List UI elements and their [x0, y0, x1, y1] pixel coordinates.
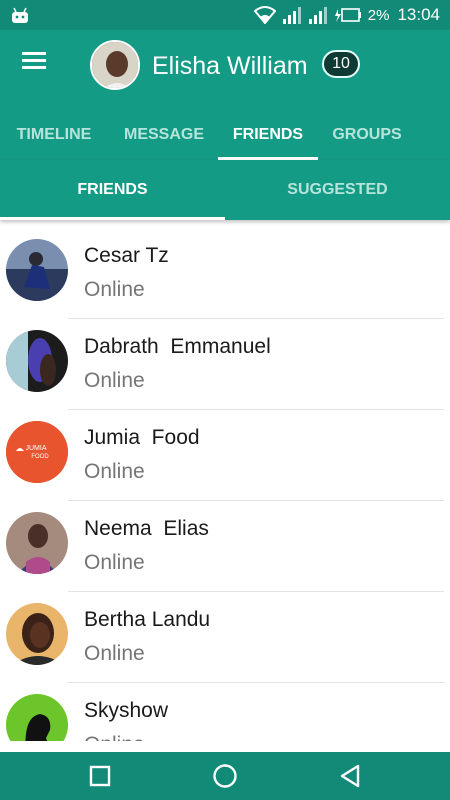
tab-groups[interactable]: GROUPS — [326, 110, 408, 160]
active-subtab-indicator — [0, 217, 225, 220]
battery-icon — [334, 8, 361, 22]
tab-friends[interactable]: FRIENDS — [218, 110, 318, 160]
friend-avatar — [6, 694, 68, 741]
friend-name: Skyshow — [84, 699, 169, 722]
home-button[interactable] — [195, 752, 255, 800]
system-nav-bar — [0, 752, 450, 800]
android-icon — [12, 7, 28, 23]
friend-status: Online — [84, 733, 145, 741]
svg-text:FOOD: FOOD — [31, 454, 49, 460]
subtab-suggested[interactable]: SUGGESTED — [225, 160, 450, 220]
battery-percent: 2% — [367, 6, 390, 24]
user-name: Elisha William — [152, 52, 308, 80]
triangle-back-icon — [340, 764, 360, 788]
friend-status: Online — [84, 460, 145, 483]
friends-list: Cesar Tz Online Dabrath Emmanuel Online … — [0, 228, 450, 741]
wifi-icon — [253, 6, 276, 24]
friend-avatar — [6, 330, 68, 392]
friend-status: Online — [84, 642, 145, 665]
recent-apps-button[interactable] — [70, 752, 130, 800]
notification-badge[interactable]: 10 — [322, 50, 360, 78]
list-item[interactable]: Neema Elias Online — [0, 501, 450, 592]
friend-name: Jumia Food — [84, 426, 200, 449]
app-bar: Elisha William 10 TIMELINE MESSAGE FRIEN… — [0, 30, 450, 160]
friend-status: Online — [84, 278, 145, 301]
list-item[interactable]: JUMIA FOOD Jumia Food Online — [0, 410, 450, 501]
sub-tabs: FRIENDS SUGGESTED — [0, 160, 450, 220]
subtab-friends[interactable]: FRIENDS — [0, 160, 225, 220]
square-icon — [89, 765, 111, 787]
back-button[interactable] — [320, 752, 380, 800]
list-item[interactable]: Bertha Landu Online — [0, 592, 450, 683]
menu-icon[interactable] — [22, 50, 48, 72]
friend-status: Online — [84, 369, 145, 392]
list-item[interactable]: Cesar Tz Online — [0, 228, 450, 319]
friend-avatar: JUMIA FOOD — [6, 421, 68, 483]
jumia-logo-text: JUMIA — [26, 445, 47, 452]
list-item[interactable]: Dabrath Emmanuel Online — [0, 319, 450, 410]
main-tabs: TIMELINE MESSAGE FRIENDS GROUPS — [0, 110, 450, 160]
friend-status: Online — [84, 551, 145, 574]
tab-timeline[interactable]: TIMELINE — [8, 110, 100, 160]
friend-name: Bertha Landu — [84, 608, 211, 631]
avatar[interactable] — [90, 40, 140, 90]
signal-icon — [282, 7, 301, 24]
friend-name: Cesar Tz — [84, 244, 169, 267]
list-item[interactable]: Skyshow Online — [0, 683, 450, 741]
clock: 13:04 — [397, 5, 440, 24]
signal-icon-2 — [308, 7, 327, 24]
friend-avatar — [6, 512, 68, 574]
friend-name: Neema Elias — [84, 517, 209, 540]
circle-icon — [213, 764, 237, 788]
friend-avatar — [6, 239, 68, 301]
friend-avatar — [6, 603, 68, 665]
status-bar: 2% 13:04 — [0, 0, 450, 30]
friend-name: Dabrath Emmanuel — [84, 335, 271, 358]
tab-message[interactable]: MESSAGE — [116, 110, 212, 160]
